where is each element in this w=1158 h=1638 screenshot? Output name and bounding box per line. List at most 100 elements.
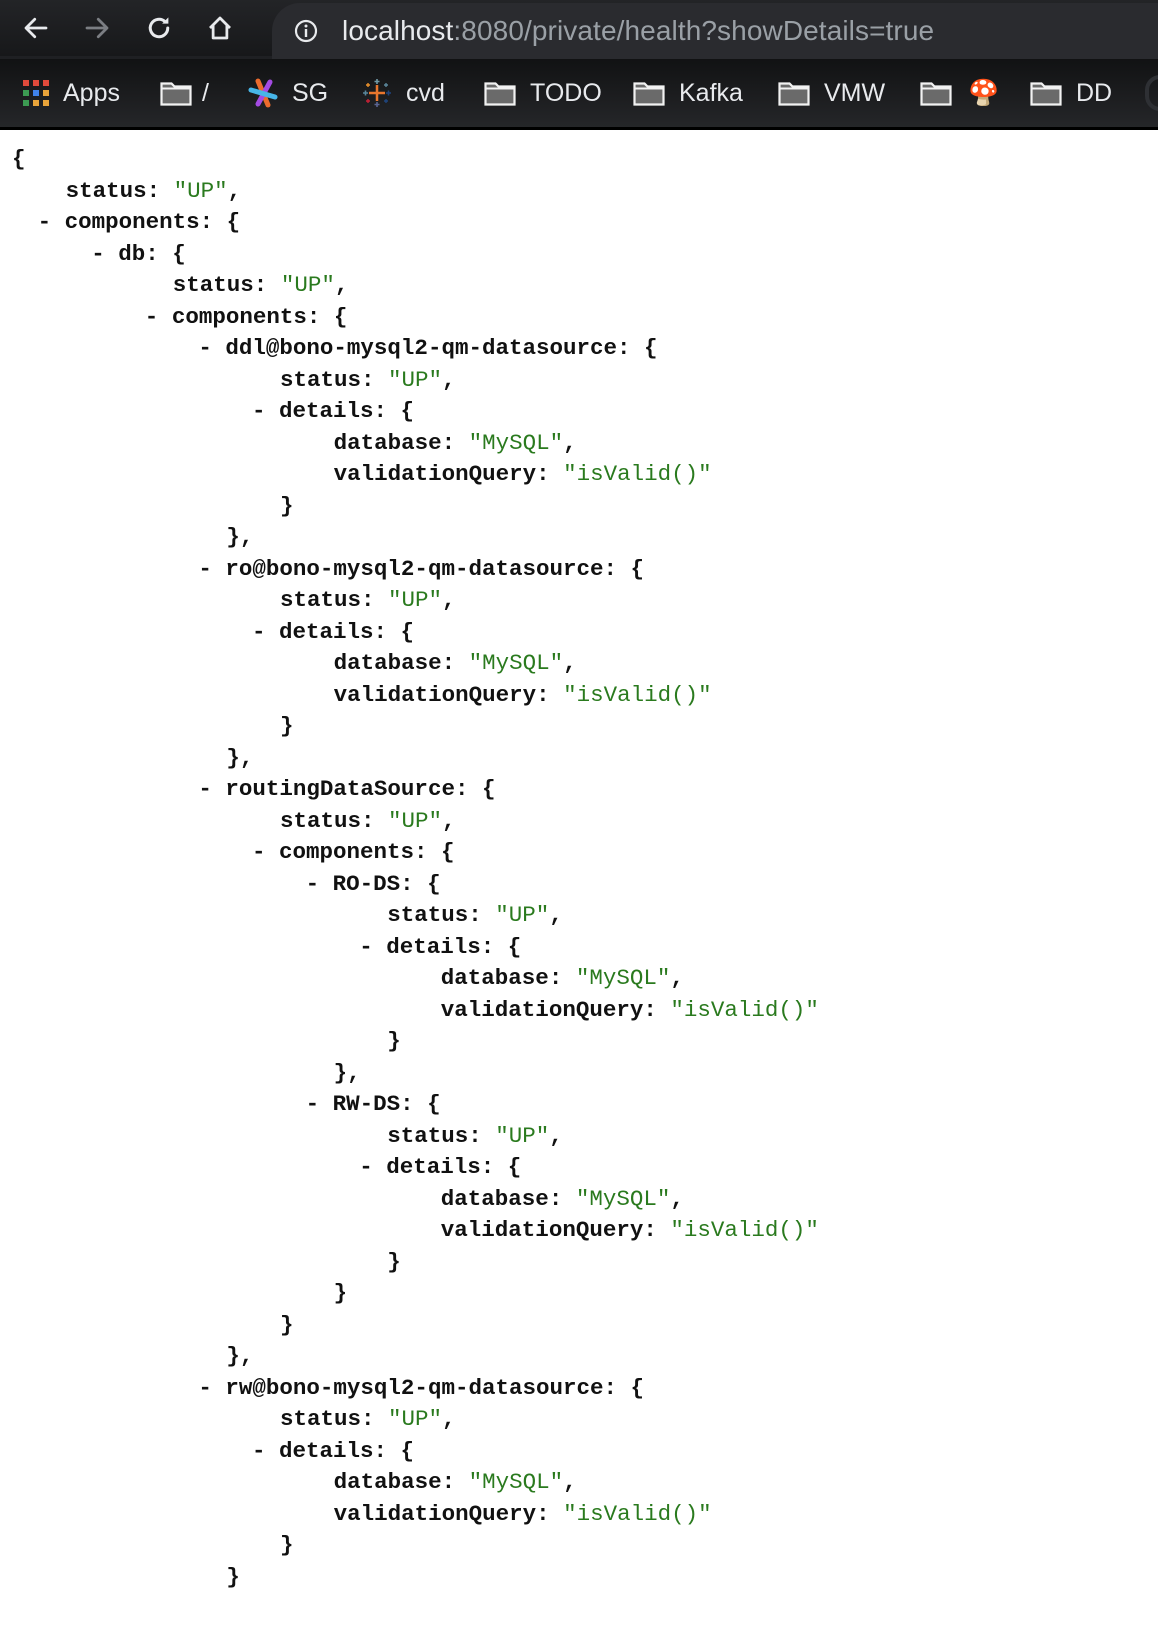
collapse-toggle[interactable]: - [252, 619, 279, 645]
json-key: details: [279, 618, 401, 645]
json-line-details: - details: { [252, 1436, 414, 1466]
folder-icon [1030, 82, 1062, 106]
collapse-toggle[interactable]: - [38, 209, 65, 235]
json-line-ddl-bono-mysql2-qm-datasource: - ddl@bono-mysql2-qm-datasource: { [198, 333, 657, 363]
json-key: ro@bono-mysql2-qm-datasource: [225, 555, 631, 582]
json-key: db: [118, 240, 173, 267]
json-brace: } [387, 1247, 401, 1277]
collapse-toggle[interactable]: - [198, 1375, 225, 1401]
url-host: localhost [342, 15, 454, 46]
json-comma: , [670, 965, 684, 991]
json-key: components: [171, 303, 334, 330]
json-line-status: status: "UP", [280, 365, 456, 395]
json-string-value: "UP" [495, 902, 550, 928]
bookmark-vmw-folder[interactable]: VMW [778, 75, 885, 111]
json-open-brace: { [441, 839, 455, 865]
home-button[interactable] [200, 8, 240, 48]
collapse-toggle[interactable]: - [252, 839, 279, 865]
json-key: status: [280, 807, 389, 834]
json-open-brace: { [427, 1091, 441, 1117]
json-key: validationQuery: [333, 681, 564, 708]
json-line-details: - details: { [252, 617, 414, 647]
json-open-brace: { [333, 303, 348, 330]
json-brace-text: } [280, 492, 294, 519]
collapse-toggle[interactable]: - [198, 335, 225, 361]
json-line-components: - components: { [38, 207, 241, 237]
json-line-ro-ds: - RO-DS: { [306, 869, 441, 899]
reload-button[interactable] [139, 8, 179, 48]
collapse-toggle[interactable]: - [359, 934, 386, 960]
bookmark-kafka-folder[interactable]: Kafka [633, 75, 743, 111]
collapse-toggle[interactable]: - [145, 304, 172, 330]
collapse-toggle[interactable]: - [198, 556, 225, 582]
folder-icon [778, 82, 810, 106]
json-line-validationquery: validationQuery: "isValid()" [334, 680, 712, 710]
json-brace-text: }, [226, 744, 254, 771]
bookmarks-overflow-button[interactable] [1145, 75, 1158, 111]
json-key: RO-DS: [332, 870, 428, 897]
json-line-validationquery: validationQuery: "isValid()" [334, 459, 712, 489]
address-bar[interactable]: localhost:8080/private/health?showDetail… [272, 3, 1158, 59]
mushroom-icon: 🍄 [968, 78, 1000, 107]
json-brace-text: } [280, 713, 294, 739]
collapse-toggle[interactable]: - [91, 241, 118, 267]
json-string-value: "isValid()" [563, 681, 712, 708]
json-brace: } [226, 1562, 240, 1592]
collapse-toggle[interactable]: - [306, 871, 333, 897]
browser-chrome: localhost:8080/private/health?showDetail… [0, 0, 1158, 130]
bookmark-mushroom-folder[interactable]: 🍄 [920, 75, 999, 111]
json-key: validationQuery: [440, 996, 671, 1023]
bookmark-todo-folder[interactable]: TODO [484, 75, 602, 111]
bookmark-dd-folder[interactable]: DD [1030, 75, 1112, 111]
json-open-brace: { [400, 1437, 415, 1464]
collapse-toggle[interactable]: - [306, 1091, 333, 1117]
json-key: status: [172, 272, 281, 298]
json-comma: , [563, 650, 577, 676]
json-string-value: "UP" [280, 272, 335, 298]
collapse-toggle[interactable]: - [252, 1438, 279, 1464]
json-comma: , [549, 902, 563, 928]
json-brace-text: } [387, 1028, 401, 1054]
json-viewer: {status: "UP", - components: {- db: {stat… [0, 130, 1158, 1638]
json-line-rw-bono-mysql2-qm-datasource: - rw@bono-mysql2-qm-datasource: { [198, 1373, 644, 1403]
bookmark-label: / [202, 78, 209, 107]
json-key: status: [280, 587, 389, 613]
json-key: details: [386, 933, 508, 960]
bookmark-sg[interactable]: SG [248, 75, 328, 111]
json-line-routingdatasource: - routingDataSource: { [198, 774, 495, 804]
bookmark-label: Kafka [679, 78, 743, 107]
collapse-toggle[interactable]: - [252, 398, 279, 424]
json-line-validationquery: validationQuery: "isValid()" [441, 1215, 819, 1245]
json-comma: , [227, 177, 242, 204]
json-string-value: "UP" [388, 366, 443, 393]
sg-logo-icon [248, 78, 278, 108]
bookmark-label: cvd [406, 78, 445, 107]
collapse-toggle[interactable]: - [198, 776, 225, 802]
folder-icon [484, 82, 516, 106]
json-brace: }, [226, 1341, 253, 1371]
json-line-database: database: "MySQL", [441, 963, 684, 993]
json-open-brace: { [481, 776, 496, 802]
url-text[interactable]: localhost:8080/private/health?showDetail… [342, 15, 934, 47]
json-key: RW-DS: [332, 1091, 428, 1117]
collapse-toggle[interactable]: - [359, 1154, 386, 1180]
bookmark-root-folder[interactable]: / [160, 75, 209, 111]
tableau-logo-icon [363, 79, 391, 107]
bookmark-cvd[interactable]: cvd [362, 75, 445, 111]
json-brace-text: }, [226, 1343, 254, 1369]
bookmark-label: Apps [63, 78, 120, 107]
json-string-value: "MySQL" [575, 965, 671, 991]
json-brace-text: }, [333, 1059, 361, 1086]
json-line-status: status: "UP", [280, 585, 456, 615]
json-comma: , [442, 807, 456, 834]
bookmark-apps[interactable]: Apps [23, 75, 120, 111]
json-brace-text: } [280, 1311, 294, 1338]
json-key: validationQuery: [440, 1217, 671, 1243]
forward-button[interactable] [77, 8, 117, 48]
back-button[interactable] [16, 8, 56, 48]
json-comma: , [563, 1469, 577, 1495]
apps-grid-icon [23, 80, 49, 106]
json-line-database: database: "MySQL", [334, 648, 577, 678]
info-icon[interactable] [294, 19, 318, 43]
json-key: routingDataSource: [225, 776, 482, 802]
